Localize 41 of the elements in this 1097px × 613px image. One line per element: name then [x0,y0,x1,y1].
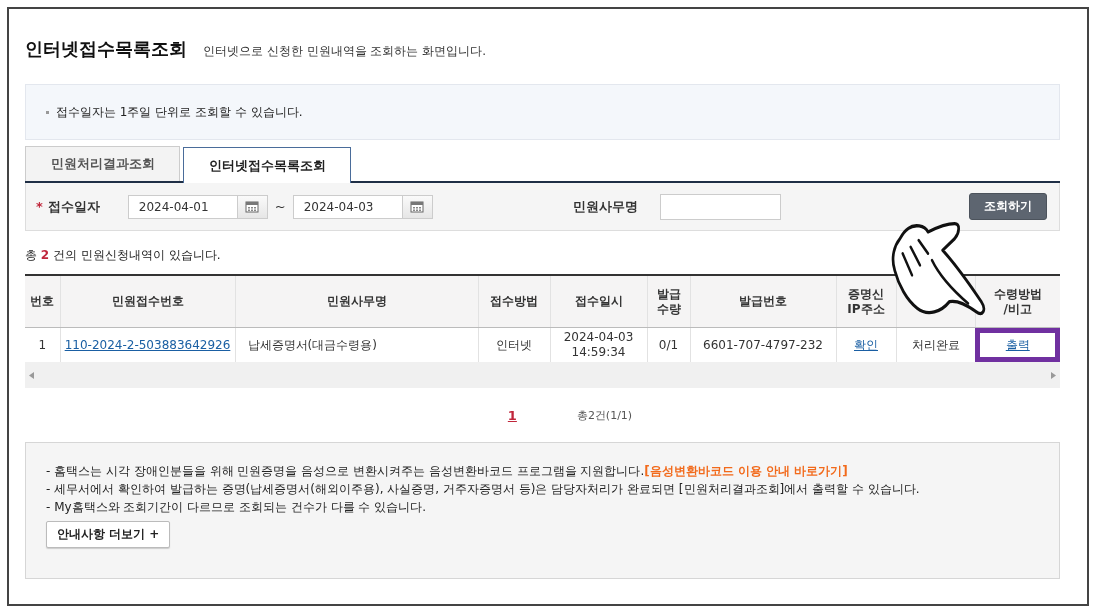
column-header: 발급 수량 [647,275,690,328]
scrollbar[interactable] [25,362,1060,388]
field-label: 접수일자 [47,197,100,216]
bullet-icon [46,110,49,114]
page-total: 총2건(1/1) [576,407,633,423]
range-separator: ~ [274,199,286,214]
tab[interactable]: 인터넷접수목록조회 [183,147,351,183]
tab[interactable]: 민원처리결과조회 [25,146,180,181]
column-header: 수령방법 /비고 [975,275,1060,328]
search-button[interactable]: 조회하기 [969,193,1047,220]
column-header: 접수일시 [550,275,647,328]
result-summary: 총 2 건의 민원신청내역이 있습니다. [25,247,222,263]
scroll-left-icon[interactable] [29,371,34,379]
calendar-button[interactable] [402,194,433,219]
page-title: 인터넷접수목록조회 [25,37,187,61]
column-header: 번호 [25,275,60,328]
date-field[interactable]: 2024-04-03 [292,194,403,219]
date-field[interactable]: 2024-04-01 [127,194,238,219]
required-mark: * [36,199,43,214]
column-header: 민원사무명 [235,275,478,328]
link[interactable]: 출력 [1005,337,1030,352]
input-field[interactable] [659,193,781,220]
link[interactable]: 110-2024-2-503883642926 [64,337,231,352]
page-link[interactable]: 1 [507,407,517,423]
more-info-button[interactable]: 안내사항 더보기 + [46,521,171,548]
calendar-button[interactable] [237,194,268,219]
link[interactable]: 확인 [854,337,878,352]
table-cell: 1 [25,327,60,362]
guide-text: - 세무서에서 확인하여 발급하는 증명(납세증명서(해외이주용), 사실증명, 거주자증명서 등)은 담당자처리가 완료되면 [민원처리결과조회]에서 출력할 수 있습니다. [46,481,921,498]
scroll-right-icon[interactable] [1051,371,1056,379]
guide-text: - My홈택스와 조회기간이 다르므로 조회되는 건수가 다를 수 있습니다. [46,499,428,516]
page-description: 인터넷으로 신청한 민원내역을 조회하는 화면입니다. [203,43,487,60]
column-header: 민원접수번호 [60,275,235,328]
guide-text: - 홈택스는 시각 장애인분들을 위해 민원증명을 음성으로 변환시켜주는 음성변환바코드 프로그램을 지원합니다.[음성변환바코드 이용 안내 바로가기] [46,463,849,480]
calendar-icon [410,200,425,213]
column-header: 증명신 IP주소 [836,275,896,328]
calendar-icon [245,200,260,213]
info-note: 접수일자는 1주일 단위로 조회할 수 있습니다. [56,103,303,121]
column-header: 발급번호 [690,275,836,328]
column-header: 접수방법 [478,275,550,328]
field-label: 민원사무명 [572,197,638,216]
